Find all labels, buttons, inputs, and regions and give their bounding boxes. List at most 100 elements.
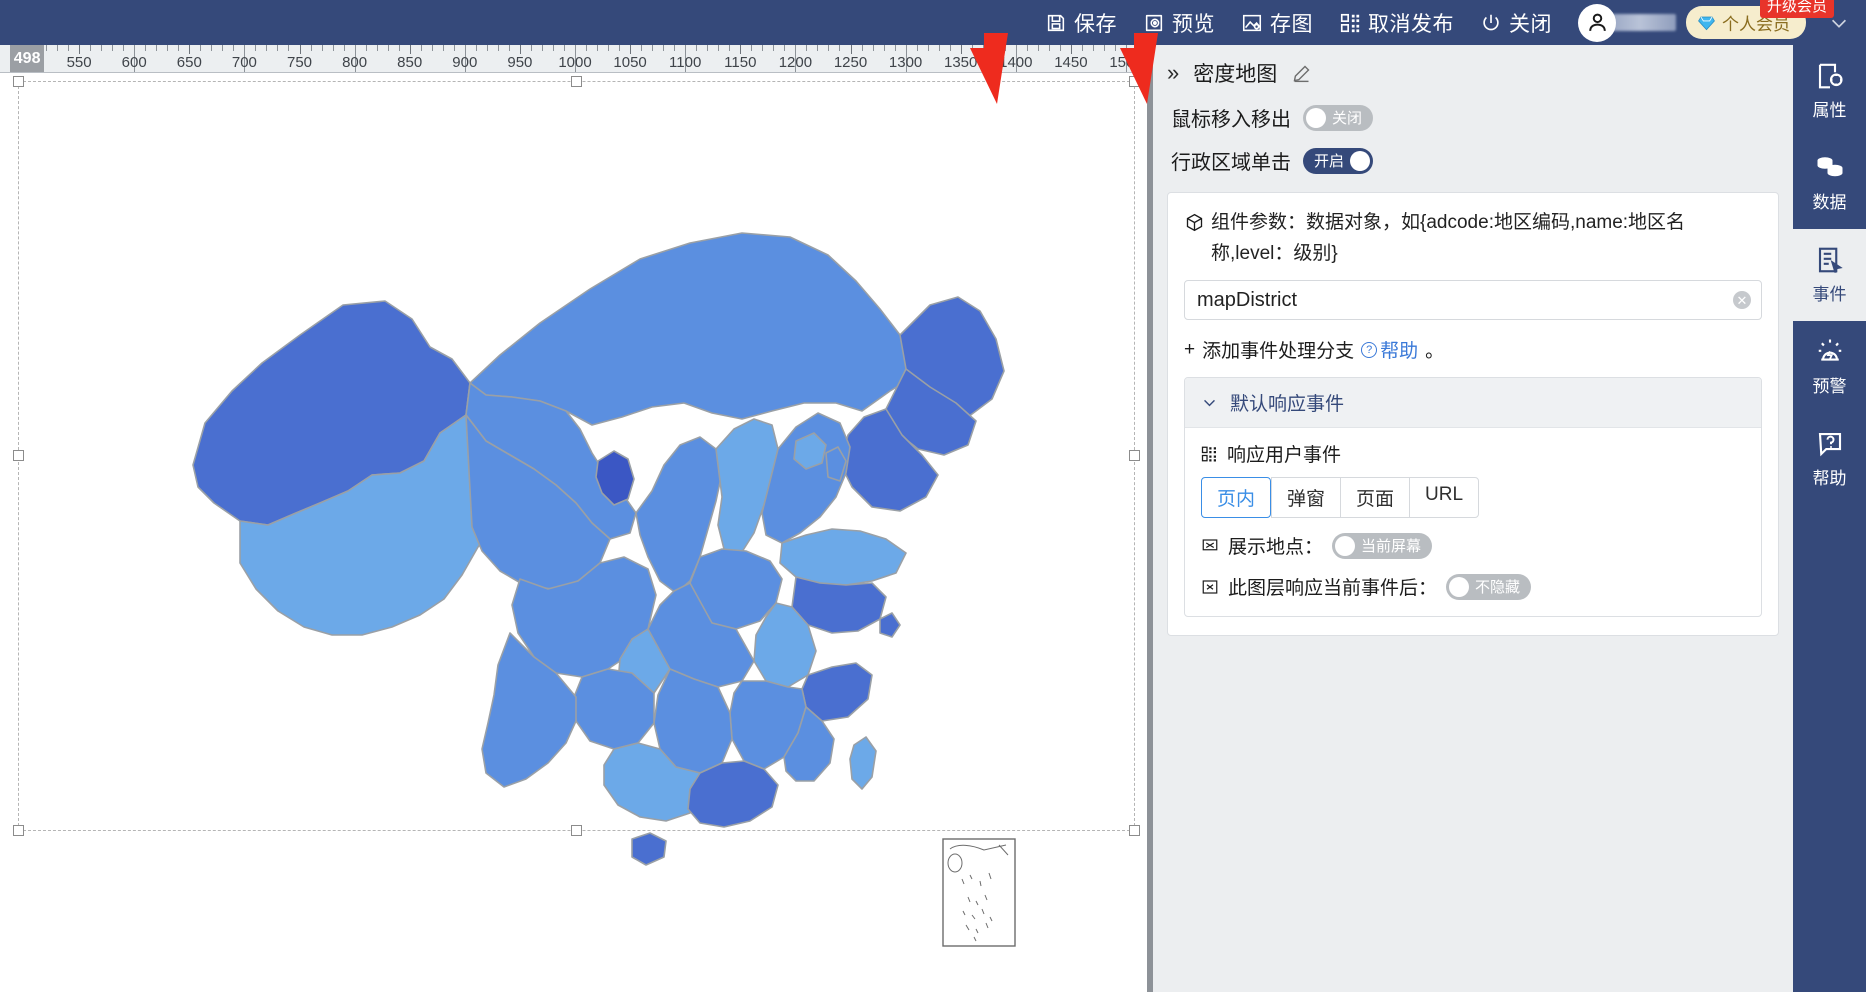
ruler-position-badge: 498: [9, 45, 45, 72]
ruler-tick: [497, 45, 499, 51]
sidebar-item-events[interactable]: 事件: [1793, 229, 1866, 321]
alarm-icon: [1818, 339, 1841, 361]
sidebar-item-alarm[interactable]: 预警: [1793, 321, 1866, 413]
unpublish-button[interactable]: 取消发布: [1339, 8, 1454, 38]
ruler-tick: [508, 45, 510, 51]
layer-after-event-state: 不隐藏: [1475, 579, 1521, 596]
ruler-tick: [387, 45, 389, 51]
ruler-tick: [916, 45, 918, 51]
ruler-tick: [872, 45, 874, 51]
help-icon: [1818, 432, 1841, 457]
design-canvas[interactable]: [0, 73, 1147, 992]
ruler-tick: [321, 45, 323, 51]
ruler-tick: [740, 45, 742, 54]
ruler-tick: [883, 45, 885, 51]
ruler-tick: [222, 45, 224, 51]
save-image-icon: [1242, 14, 1262, 31]
ruler-tick: [960, 45, 962, 54]
page-title: 密度地图: [1193, 63, 1278, 86]
event-target-segmented-control: 页内 弹窗 页面 URL: [1201, 477, 1745, 518]
segment-url[interactable]: URL: [1409, 477, 1480, 518]
display-place-label: 展示地点：: [1228, 537, 1324, 558]
ruler-label: 800: [342, 54, 368, 71]
sidebar-item-data[interactable]: 数据: [1793, 137, 1866, 229]
ruler-tick: [101, 45, 103, 51]
ruler-tick: [751, 45, 753, 51]
toggle-knob: [1350, 150, 1371, 171]
user-avatar-icon: [1578, 3, 1616, 42]
app-root: 保存 预览 存图 取消发布 关闭 个人会员 升级会员 550 600 650 7…: [0, 0, 1866, 992]
ruler-label: 750: [286, 54, 313, 71]
ruler-tick: [519, 45, 521, 54]
ruler-tick: [552, 45, 554, 51]
mouse-hover-toggle[interactable]: 关闭: [1303, 104, 1374, 131]
ruler-label: 1050: [613, 54, 647, 71]
ruler-label: 850: [397, 54, 423, 71]
ruler-tick: [850, 45, 852, 54]
ruler-tick: [145, 45, 147, 51]
ruler-tick: [79, 45, 81, 54]
sidebar-item-properties[interactable]: 属性: [1793, 45, 1866, 137]
ruler-tick: [971, 45, 973, 51]
plus-icon: +: [1184, 338, 1196, 360]
upgrade-badge[interactable]: 升级会员: [1759, 0, 1834, 18]
district-click-toggle[interactable]: 开启: [1303, 147, 1374, 174]
ruler-label: 550: [66, 54, 92, 71]
district-click-state: 开启: [1314, 153, 1345, 170]
ruler-label: 1200: [778, 54, 813, 71]
segment-in-page[interactable]: 页内: [1201, 477, 1272, 518]
add-event-branch-button[interactable]: + 添加事件处理分支 ? 帮助 。: [1184, 336, 1762, 363]
display-place-toggle[interactable]: 当前屏幕: [1332, 532, 1433, 559]
component-param-input[interactable]: [1184, 280, 1762, 320]
ruler-tick: [156, 45, 158, 51]
help-link[interactable]: ? 帮助: [1361, 336, 1418, 363]
events-properties-panel: » 密度地图 鼠标移入移出 关闭 行政区域单击 开启 组件参数：数据对象，如{a…: [1147, 45, 1793, 992]
default-event-header[interactable]: 默认响应事件: [1185, 378, 1761, 428]
component-param-prefix: 组件参数：: [1211, 212, 1307, 233]
layer-after-event-toggle[interactable]: 不隐藏: [1446, 573, 1532, 600]
horizontal-ruler[interactable]: 5005506006507007508008509009501000105011…: [0, 45, 1147, 73]
preview-button[interactable]: 预览: [1143, 8, 1215, 38]
add-branch-suffix: 。: [1425, 341, 1445, 362]
ruler-label: 650: [176, 54, 202, 71]
clear-circle-icon[interactable]: ✕: [1733, 291, 1751, 309]
close-label: 关闭: [1509, 12, 1552, 36]
ruler-tick: [189, 45, 191, 54]
grid-blocks-icon: [1201, 446, 1216, 461]
panel-header: » 密度地图: [1153, 45, 1793, 96]
ruler-tick: [806, 45, 808, 51]
ruler-tick: [982, 45, 984, 51]
segment-popup[interactable]: 弹窗: [1271, 477, 1341, 518]
ruler-tick: [530, 45, 532, 51]
unpublish-grid-icon: [1340, 13, 1360, 32]
ruler-tick: [1037, 45, 1039, 51]
south-china-sea-inset: [942, 838, 1016, 947]
component-param-description: 组件参数：数据对象，如{adcode:地区编码,name:地区名称,level：…: [1184, 207, 1762, 269]
ruler-label: 1250: [833, 54, 868, 71]
ruler-label: 900: [452, 54, 478, 71]
username-blurred: [1610, 14, 1676, 31]
ruler-label: 1450: [1054, 54, 1088, 71]
save-image-button[interactable]: 存图: [1241, 8, 1313, 38]
save-button[interactable]: 保存: [1045, 8, 1117, 38]
ruler-tick: [112, 45, 114, 51]
china-density-map[interactable]: [0, 73, 1147, 992]
add-event-branch-label: 添加事件处理分支: [1202, 341, 1355, 362]
segment-page[interactable]: 页面: [1340, 477, 1410, 518]
close-button[interactable]: 关闭: [1480, 8, 1552, 38]
pencil-edit-icon[interactable]: [1291, 63, 1312, 84]
chevron-down-icon[interactable]: [1828, 12, 1850, 34]
sidebar-item-help[interactable]: 帮助: [1793, 413, 1866, 505]
layer-after-event-label: 此图层响应当前事件后：: [1228, 578, 1438, 599]
ruler-tick: [1103, 45, 1105, 51]
ruler-tick: [167, 45, 169, 51]
ruler-label: 1000: [558, 54, 592, 71]
diamond-icon: [1698, 16, 1715, 31]
avatar[interactable]: [1578, 3, 1676, 42]
vip-membership-button[interactable]: 个人会员 升级会员: [1686, 0, 1834, 39]
ruler-tick: [266, 45, 268, 51]
ruler-label: 700: [231, 54, 257, 71]
ruler-tick: [1048, 45, 1050, 51]
double-chevron-right-icon[interactable]: »: [1167, 60, 1179, 86]
ruler-tick: [288, 45, 290, 51]
